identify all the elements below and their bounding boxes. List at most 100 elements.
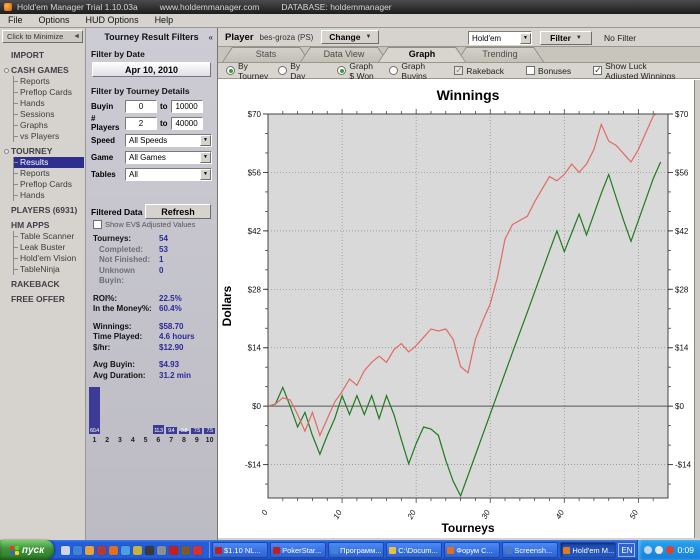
taskbar-button-label: $1.10 NL... (224, 545, 261, 555)
taskbar-button-screensh-[interactable]: Screensh... (502, 542, 559, 558)
main-scrollbar[interactable] (694, 80, 700, 538)
stat-row: Unknown Buyin: 0 (99, 266, 217, 287)
tab-data-view[interactable]: Data View (300, 47, 388, 62)
checkbox-icon[interactable] (526, 66, 536, 75)
tab-trending[interactable]: Trending (456, 47, 544, 62)
title-bar[interactable]: Hold'em Manager Trial 1.10.03a www.holde… (0, 0, 700, 14)
checkbox-icon[interactable] (454, 65, 464, 76)
taskbar-button-pokerstar-[interactable]: PokerStar... (270, 542, 327, 558)
tab-graph[interactable]: Graph (378, 47, 466, 62)
taskbar-button--1-10-nl-[interactable]: $1.10 NL... (212, 542, 269, 558)
dropdown-arrow-icon[interactable]: ▼ (200, 134, 211, 146)
sidebar-minimize-button[interactable]: Click to Minimize ◄ (2, 30, 83, 43)
sidebar-item-preflop-cards[interactable]: Preflop Cards (14, 179, 85, 190)
sidebar-item-reports[interactable]: Reports (14, 168, 85, 179)
taskbar-button--[interactable]: Форум С... (444, 542, 501, 558)
language-indicator[interactable]: EN (618, 543, 636, 557)
taskbar-button--[interactable]: Программ... (328, 542, 385, 558)
filter-0-from-input[interactable] (125, 99, 157, 113)
filter-game-select[interactable]: All Games ▼ (125, 150, 212, 164)
sidebar-item-hands[interactable]: Hands (14, 190, 85, 201)
radio-icon[interactable] (389, 66, 399, 75)
browser-icon[interactable] (73, 545, 82, 555)
sidebar-section-hm-apps[interactable]: HM APPS (4, 219, 85, 231)
dropdown-arrow-icon[interactable]: ▼ (200, 151, 211, 163)
briefcase-icon[interactable] (181, 545, 190, 555)
tab-stats[interactable]: Stats (222, 47, 310, 62)
sidebar-item-hold-em-vision[interactable]: Hold'em Vision (14, 253, 85, 264)
sidebar-item-vs-players[interactable]: vs Players (14, 131, 85, 142)
main-panel: Player bes-groza (PS) Change ▼ Hold'em ▼… (218, 28, 700, 540)
star-icon[interactable] (193, 545, 202, 555)
radio-graph-won[interactable]: Graph $ Won (337, 61, 379, 81)
taskbar-button-c-docum-[interactable]: C:\Docum... (386, 542, 443, 558)
checkbox-show-luck-adjusted-winnings[interactable]: Show Luck Adjusted Winnings (593, 61, 678, 81)
tree-dash (14, 195, 18, 196)
change-player-button[interactable]: Change ▼ (321, 30, 380, 44)
media-player-icon[interactable] (85, 545, 94, 555)
dropdown-arrow-icon[interactable]: ▼ (200, 168, 211, 180)
explorer-icon[interactable] (121, 545, 130, 555)
sidebar-item-reports[interactable]: Reports (14, 76, 85, 87)
stat-value: 31.2 min (159, 370, 192, 380)
sidebar-item-graphs[interactable]: Graphs (14, 120, 85, 131)
sidebar-item-tableninja[interactable]: TableNinja (14, 264, 85, 275)
filter-1-to-input[interactable] (170, 116, 203, 130)
checkbox-icon[interactable] (593, 65, 603, 76)
sidebar-section-tourney[interactable]: TOURNEY (4, 145, 85, 157)
refresh-button[interactable]: Refresh (145, 204, 211, 219)
winamp-icon[interactable] (133, 545, 142, 555)
sidebar-item-table-scanner[interactable]: Table Scanner (14, 231, 85, 242)
start-button[interactable]: пуск (0, 540, 54, 560)
sidebar-item-hands[interactable]: Hands (14, 98, 85, 109)
radio-by-tourney[interactable]: By Tourney (226, 61, 268, 81)
menu-item-hud-options[interactable]: HUD Options (78, 14, 147, 27)
sidebar-section-rakeback[interactable]: RAKEBACK (4, 278, 85, 290)
radio-by-day[interactable]: By Day (278, 61, 305, 81)
ev-adjusted-checkbox[interactable] (93, 220, 102, 229)
filter-button[interactable]: Filter ▼ (540, 31, 592, 45)
volume-icon[interactable] (655, 546, 664, 554)
update-icon[interactable] (666, 546, 675, 554)
distribution-bar-value: 7.5 (206, 427, 213, 434)
filter-tables-select[interactable]: All ▼ (125, 167, 212, 181)
filter-1-from-input[interactable] (125, 116, 157, 130)
music-icon[interactable] (145, 545, 154, 555)
firefox-icon[interactable] (109, 545, 118, 555)
menu-item-options[interactable]: Options (31, 14, 78, 27)
stat-row: Not Finished: 1 (99, 255, 217, 266)
show-desktop-icon[interactable] (61, 545, 70, 555)
distribution-bar-slot (101, 384, 114, 434)
radio-icon[interactable] (337, 66, 347, 75)
sidebar-section-import[interactable]: IMPORT (4, 49, 85, 61)
sidebar-section-players-6931-[interactable]: PLAYERS (6931) (4, 204, 85, 216)
tree-dash (14, 236, 18, 237)
sidebar-section-cash-games[interactable]: CASH GAMES (4, 64, 85, 76)
pokerstars-icon[interactable] (169, 545, 178, 555)
filter-0-to-input[interactable] (170, 99, 203, 113)
checkbox-bonuses[interactable]: Bonuses (526, 66, 571, 76)
sidebar-item-sessions[interactable]: Sessions (14, 109, 85, 120)
stat-row: Winnings: $58.70 (93, 322, 217, 333)
sidebar-item-leak-buster[interactable]: Leak Buster (14, 242, 85, 253)
radio-icon[interactable] (278, 66, 288, 75)
filter-speed-select[interactable]: All Speeds ▼ (125, 133, 212, 147)
sidebar-item-preflop-cards[interactable]: Preflop Cards (14, 87, 85, 98)
radio-graph-buyins[interactable]: Graph Buyins (389, 61, 432, 81)
menu-item-file[interactable]: File (0, 14, 31, 27)
game-type-select[interactable]: Hold'em ▼ (468, 31, 532, 45)
expand-bullet-icon (4, 148, 9, 154)
sidebar-item-results[interactable]: Results (14, 157, 84, 168)
date-range-button[interactable]: Apr 10, 2010 (92, 62, 211, 77)
messenger-icon[interactable] (97, 545, 106, 555)
panel-collapse-icon[interactable]: « (209, 33, 213, 42)
menu-item-help[interactable]: Help (147, 14, 182, 27)
dropdown-arrow-icon[interactable]: ▼ (520, 32, 531, 44)
radio-icon[interactable] (226, 66, 235, 75)
network-icon[interactable] (644, 546, 653, 554)
sidebar-section-free-offer[interactable]: FREE OFFER (4, 293, 85, 305)
taskbar-button-hold-em-m-[interactable]: Hold'em M... (560, 542, 617, 558)
office-icon[interactable] (157, 545, 166, 555)
checkbox-rakeback[interactable]: Rakeback (454, 65, 504, 76)
distribution-bar-slot: 60.4 (88, 384, 101, 434)
